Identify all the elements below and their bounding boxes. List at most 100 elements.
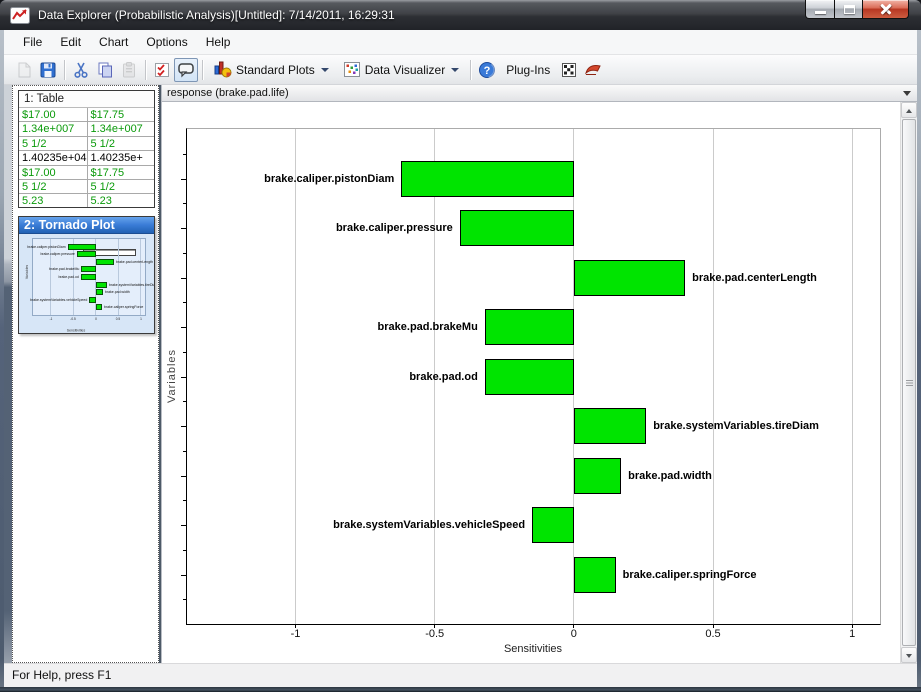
table-row: 1.40235e+0411.40235e+: [19, 151, 154, 165]
grid-line: [118, 239, 119, 315]
x-tick-label: 1: [140, 318, 142, 321]
y-axis-tick: [183, 302, 186, 303]
data-visualizer-label: Data Visualizer: [365, 63, 445, 77]
thumbnail-table-body: $17.00$17.75 1.34e+0071.34e+007 5 1/25 1…: [19, 108, 154, 208]
thumbnail-tornado-plot[interactable]: 2: Tornado Plot -1-0.500.51brake.caliper…: [18, 216, 155, 334]
mini-x-axis-label: Sensitivities: [67, 329, 85, 333]
y-axis-tick: [181, 575, 186, 576]
x-tick-label: -1: [49, 318, 52, 321]
triangle-up-icon: [906, 109, 912, 113]
tornado-bar[interactable]: [460, 210, 574, 246]
y-axis-tick: [183, 550, 186, 551]
chevron-down-icon: [903, 91, 911, 96]
checklist-button[interactable]: [150, 58, 174, 82]
sidebar-scrollbar[interactable]: [4, 85, 12, 663]
cut-icon: [72, 61, 90, 79]
tornado-bar: [77, 251, 95, 257]
tornado-bar[interactable]: [532, 507, 574, 543]
scroll-down-button[interactable]: [901, 647, 917, 663]
table-cell: 5 1/2: [19, 137, 87, 150]
y-axis-tick: [181, 327, 186, 328]
y-axis-tick: [181, 476, 186, 477]
table-cell: 1.40235e+: [87, 151, 155, 164]
standard-plots-button[interactable]: Standard Plots: [207, 58, 336, 82]
response-selector[interactable]: response (brake.pad.life): [162, 85, 917, 102]
data-visualizer-icon: [343, 61, 361, 78]
y-axis-tick: [183, 203, 186, 204]
y-axis-tick: [181, 426, 186, 427]
y-axis-tick: [181, 278, 186, 279]
mini-y-axis-label: Variables: [25, 265, 29, 279]
y-axis-tick: [181, 377, 186, 378]
cut-button[interactable]: [69, 58, 93, 82]
bar-label: brake.pad.od: [409, 371, 477, 383]
window-border: [0, 687, 921, 692]
tornado-bar[interactable]: [574, 557, 616, 593]
menu-help[interactable]: Help: [197, 30, 240, 54]
tornado-bar: [96, 289, 104, 295]
tornado-bar: [96, 259, 114, 265]
table-cell: $17.75: [87, 166, 155, 179]
save-icon: [39, 61, 57, 79]
paste-button[interactable]: [117, 58, 141, 82]
chart-canvas: -1-0.500.51brake.caliper.pistonDiambrake…: [162, 102, 901, 663]
new-document-icon: [15, 61, 33, 79]
thumbnail-table[interactable]: 1: Table $17.00$17.75 1.34e+0071.34e+007…: [18, 90, 155, 208]
bar-label: brake.caliper.pressure: [336, 222, 453, 234]
minimize-button[interactable]: [805, 0, 835, 19]
tornado-bar[interactable]: [574, 458, 621, 494]
tornado-bar[interactable]: [485, 359, 574, 395]
grid-line: [295, 129, 296, 624]
scrollbar-thumb[interactable]: [902, 119, 916, 646]
tornado-bar: [68, 244, 96, 250]
thumbnail-tornado-body: -1-0.500.51brake.caliper.pistonDiambrake…: [19, 234, 154, 333]
tornado-bar[interactable]: [574, 408, 646, 444]
tornado-bar[interactable]: [485, 309, 574, 345]
copy-button[interactable]: [93, 58, 117, 82]
plot-area: -1-0.500.51brake.caliper.pistonDiambrake…: [186, 128, 881, 625]
tornado-bar: [89, 297, 96, 303]
help-button[interactable]: ?: [475, 58, 499, 82]
bar-label: brake.caliper.pistonDiam: [264, 173, 394, 185]
tornado-bar[interactable]: [401, 161, 574, 197]
menu-file[interactable]: File: [14, 30, 51, 54]
plugins-grid-button[interactable]: [557, 58, 581, 82]
annotation-bubble-button[interactable]: [174, 58, 198, 82]
menu-options[interactable]: Options: [137, 30, 196, 54]
chart-vertical-scrollbar[interactable]: [900, 102, 917, 663]
toolbar-separator: [64, 60, 65, 80]
bar-label: brake.caliper.pistonDiam: [27, 245, 65, 249]
table-cell: 1.34e+007: [19, 122, 87, 135]
x-tick-label: 1: [849, 628, 855, 640]
checklist-icon: [153, 61, 171, 79]
thumbnail-table-title: 1: Table: [19, 91, 154, 108]
menu-edit[interactable]: Edit: [51, 30, 90, 54]
table-cell: $17.75: [87, 108, 155, 121]
bar-label: brake.pad.width: [105, 290, 130, 294]
bar-label: brake.systemVariables.tireDiam: [653, 420, 819, 432]
y-axis-tick: [183, 352, 186, 353]
title-bar: Data Explorer (Probabilistic Analysis)[U…: [0, 0, 921, 30]
bar-label: brake.pad.brakeMu: [49, 268, 79, 272]
mini-plot-area: -1-0.500.51brake.caliper.pistonDiambrake…: [32, 238, 146, 316]
close-button[interactable]: [863, 0, 909, 19]
tornado-bar[interactable]: [574, 260, 685, 296]
table-row: $17.00$17.75: [19, 166, 154, 180]
new-document-button[interactable]: [12, 58, 36, 82]
report-flag-button[interactable]: [581, 58, 606, 82]
thumbnail-sidebar: 1: Table $17.00$17.75 1.34e+0071.34e+007…: [12, 85, 159, 663]
x-tick-label: 0.5: [116, 318, 120, 321]
status-bar: For Help, press F1: [4, 663, 917, 687]
table-cell: 1.34e+007: [87, 122, 155, 135]
maximize-button[interactable]: [835, 0, 863, 19]
table-cell: 5.23: [19, 194, 87, 207]
paste-icon: [120, 61, 138, 79]
data-visualizer-button[interactable]: Data Visualizer: [336, 58, 466, 82]
menu-chart[interactable]: Chart: [90, 30, 137, 54]
x-tick-label: 0: [571, 628, 577, 640]
scroll-up-button[interactable]: [901, 102, 917, 118]
toolbar: Standard Plots Data Visualizer ?: [4, 55, 917, 85]
plugins-button[interactable]: Plug-Ins: [499, 58, 557, 82]
save-button[interactable]: [36, 58, 60, 82]
y-axis-tick: [181, 525, 186, 526]
